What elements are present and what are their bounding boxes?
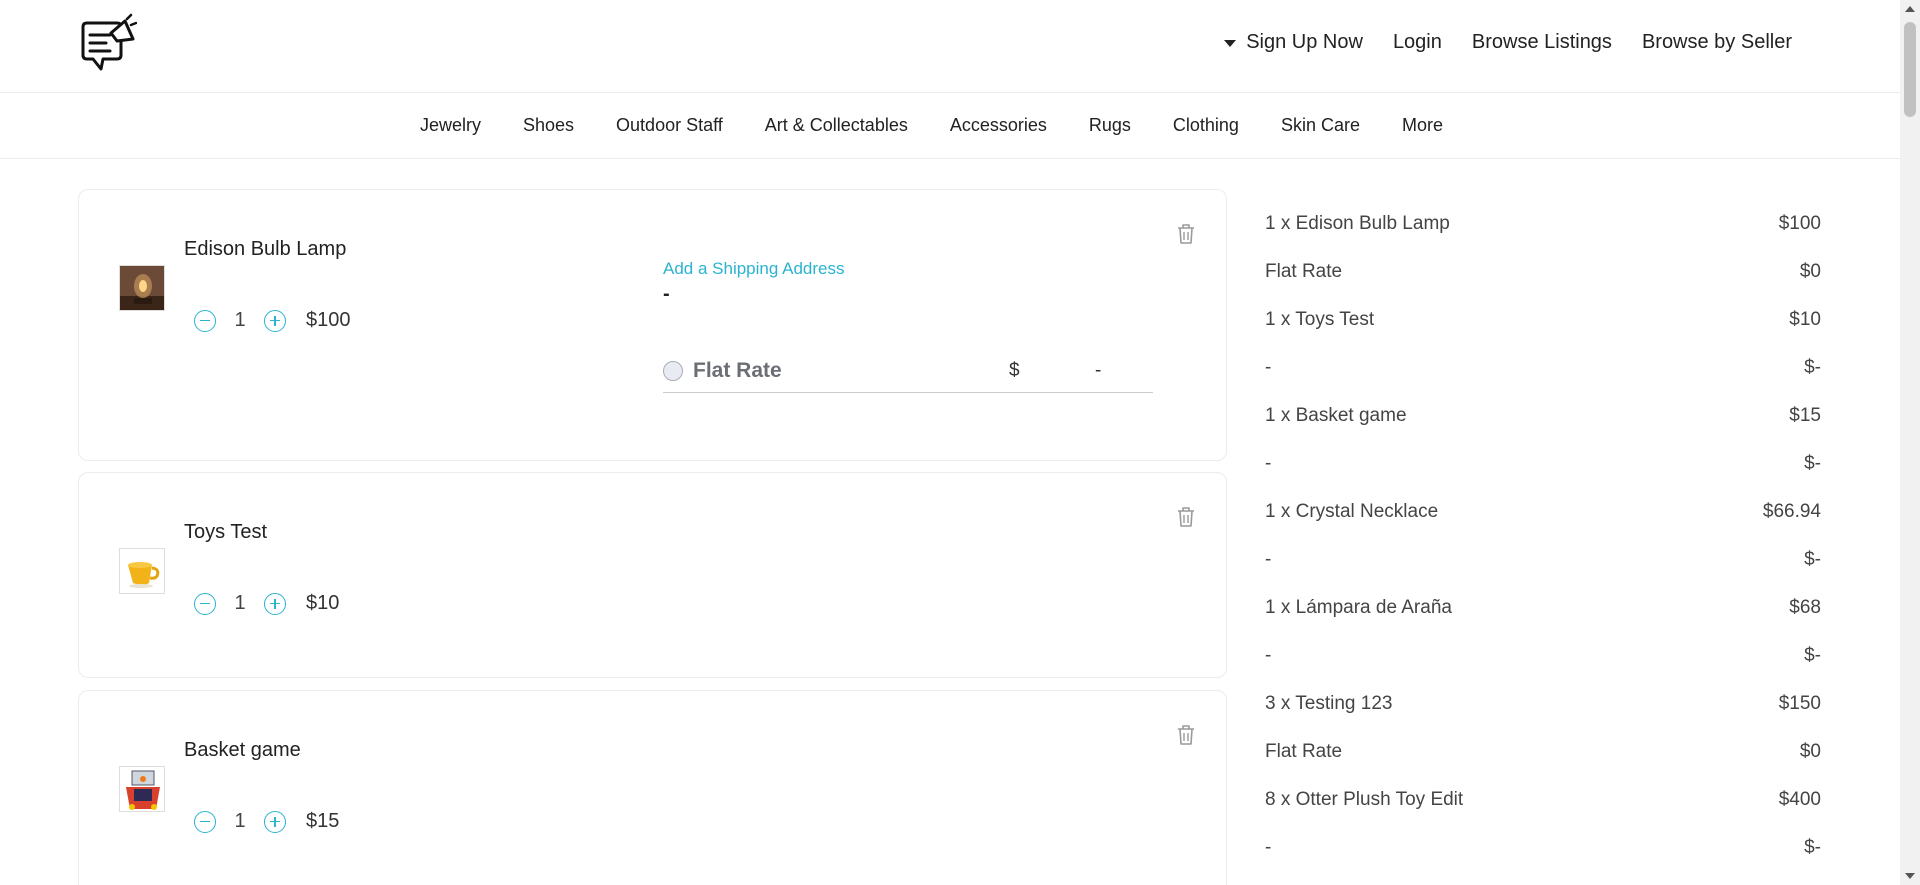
cart-item-card: Toys Test 1 $10: [78, 472, 1227, 678]
summary-row: 1 x Toys Test $10: [1265, 309, 1821, 331]
summary-value: $68: [1789, 597, 1821, 618]
summary-value: $-: [1804, 357, 1821, 378]
caret-down-icon: [1224, 40, 1237, 47]
summary-row: 1 x Basket game $15: [1265, 405, 1821, 427]
product-thumbnail[interactable]: [119, 548, 165, 594]
category-art-collectables[interactable]: Art & Collectables: [765, 115, 908, 136]
scrollbar-thumb[interactable]: [1904, 22, 1916, 117]
summary-row: Flat Rate $0: [1265, 741, 1821, 763]
summary-value: $150: [1778, 693, 1821, 714]
browse-seller-link[interactable]: Browse by Seller: [1642, 31, 1792, 54]
summary-value: $66.94: [1762, 501, 1821, 522]
summary-row: Flat Rate $0: [1265, 261, 1821, 283]
chat-megaphone-logo-icon[interactable]: [77, 13, 137, 79]
category-more[interactable]: More: [1402, 115, 1443, 136]
summary-value: $10: [1789, 309, 1821, 330]
summary-row: - $-: [1265, 357, 1821, 379]
flat-rate-radio[interactable]: [663, 361, 683, 381]
summary-value: $-: [1804, 837, 1821, 858]
summary-label: -: [1265, 453, 1272, 474]
summary-value: $15: [1789, 405, 1821, 426]
shipping-rate-option[interactable]: Flat Rate $ -: [663, 359, 1153, 393]
login-link[interactable]: Login: [1393, 31, 1442, 54]
top-navigation: Sign Up Now Login Browse Listings Browse…: [1224, 31, 1792, 54]
summary-value: $0: [1799, 741, 1821, 762]
summary-label: -: [1265, 357, 1272, 378]
quantity-stepper: 1 $10: [194, 592, 339, 615]
decrease-quantity-button[interactable]: [194, 810, 216, 833]
delete-trash-icon[interactable]: [1176, 223, 1196, 245]
summary-label: 3 x Testing 123: [1265, 693, 1393, 714]
summary-label: 1 x Toys Test: [1265, 309, 1375, 330]
increase-quantity-button[interactable]: [264, 592, 286, 615]
category-nav: Jewelry Shoes Outdoor Staff Art & Collec…: [0, 93, 1900, 159]
summary-value: $-: [1804, 453, 1821, 474]
rate-amount: -: [1095, 360, 1102, 381]
site-header: Sign Up Now Login Browse Listings Browse…: [0, 0, 1900, 93]
shipping-address-value: -: [663, 283, 670, 305]
summary-label: -: [1265, 645, 1272, 666]
summary-row: 8 x Otter Plush Toy Edit $400: [1265, 789, 1821, 811]
delete-trash-icon[interactable]: [1176, 506, 1196, 528]
increase-quantity-button[interactable]: [264, 309, 286, 332]
rate-currency: $: [1009, 360, 1020, 381]
category-shoes[interactable]: Shoes: [523, 115, 574, 136]
cart-item-card: Edison Bulb Lamp 1 $100 Add a Shipping A…: [78, 189, 1227, 461]
item-price: $100: [306, 309, 351, 331]
item-price: $15: [306, 810, 340, 832]
summary-row: 1 x Crystal Necklace $66.94: [1265, 501, 1821, 523]
product-thumbnail[interactable]: [119, 265, 165, 311]
summary-row: - $-: [1265, 837, 1821, 859]
item-price: $10: [306, 592, 340, 614]
summary-row: - $-: [1265, 645, 1821, 667]
summary-row: 3 x Testing 123 $150: [1265, 693, 1821, 715]
summary-label: 8 x Otter Plush Toy Edit: [1265, 789, 1464, 810]
summary-value: $-: [1804, 549, 1821, 570]
quantity-value: 1: [234, 810, 246, 832]
category-jewelry[interactable]: Jewelry: [420, 115, 481, 136]
decrease-quantity-button[interactable]: [194, 592, 216, 615]
category-skin-care[interactable]: Skin Care: [1281, 115, 1360, 136]
delete-trash-icon[interactable]: [1176, 724, 1196, 746]
summary-label: 1 x Edison Bulb Lamp: [1265, 213, 1450, 234]
product-name[interactable]: Basket game: [184, 739, 301, 762]
summary-row: - $-: [1265, 453, 1821, 475]
summary-row: 1 x Edison Bulb Lamp $100: [1265, 213, 1821, 235]
page-scrollbar[interactable]: [1900, 0, 1920, 885]
summary-row: - $-: [1265, 549, 1821, 571]
quantity-stepper: 1 $100: [194, 309, 351, 332]
increase-quantity-button[interactable]: [264, 810, 286, 833]
summary-label: 1 x Crystal Necklace: [1265, 501, 1439, 522]
flat-rate-label: Flat Rate: [693, 359, 782, 382]
quantity-value: 1: [234, 592, 246, 614]
summary-label: 1 x Basket game: [1265, 405, 1407, 426]
browse-listings-link[interactable]: Browse Listings: [1472, 31, 1612, 54]
summary-label: Flat Rate: [1265, 261, 1343, 282]
summary-label: -: [1265, 837, 1272, 858]
product-thumbnail[interactable]: [119, 766, 165, 812]
decrease-quantity-button[interactable]: [194, 309, 216, 332]
scroll-down-arrow-icon[interactable]: [1905, 873, 1915, 879]
category-rugs[interactable]: Rugs: [1089, 115, 1131, 136]
summary-row: 1 x Lámpara de Araña $68: [1265, 597, 1821, 619]
summary-value: $0: [1799, 261, 1821, 282]
category-outdoor-staff[interactable]: Outdoor Staff: [616, 115, 723, 136]
signup-dropdown[interactable]: Sign Up Now: [1224, 31, 1363, 54]
summary-value: $-: [1804, 645, 1821, 666]
quantity-stepper: 1 $15: [194, 810, 339, 833]
signup-link[interactable]: Sign Up Now: [1246, 31, 1363, 54]
summary-value: $100: [1778, 213, 1821, 234]
category-clothing[interactable]: Clothing: [1173, 115, 1239, 136]
product-name[interactable]: Edison Bulb Lamp: [184, 238, 346, 261]
cart-item-card: Basket game 1 $15: [78, 690, 1227, 885]
summary-value: $400: [1778, 789, 1821, 810]
category-accessories[interactable]: Accessories: [950, 115, 1047, 136]
summary-label: 1 x Lámpara de Araña: [1265, 597, 1452, 618]
quantity-value: 1: [234, 309, 246, 331]
summary-label: -: [1265, 549, 1272, 570]
add-shipping-address-link[interactable]: Add a Shipping Address: [663, 259, 844, 279]
product-name[interactable]: Toys Test: [184, 521, 267, 544]
summary-label: Flat Rate: [1265, 741, 1343, 762]
scroll-up-arrow-icon[interactable]: [1905, 6, 1915, 12]
